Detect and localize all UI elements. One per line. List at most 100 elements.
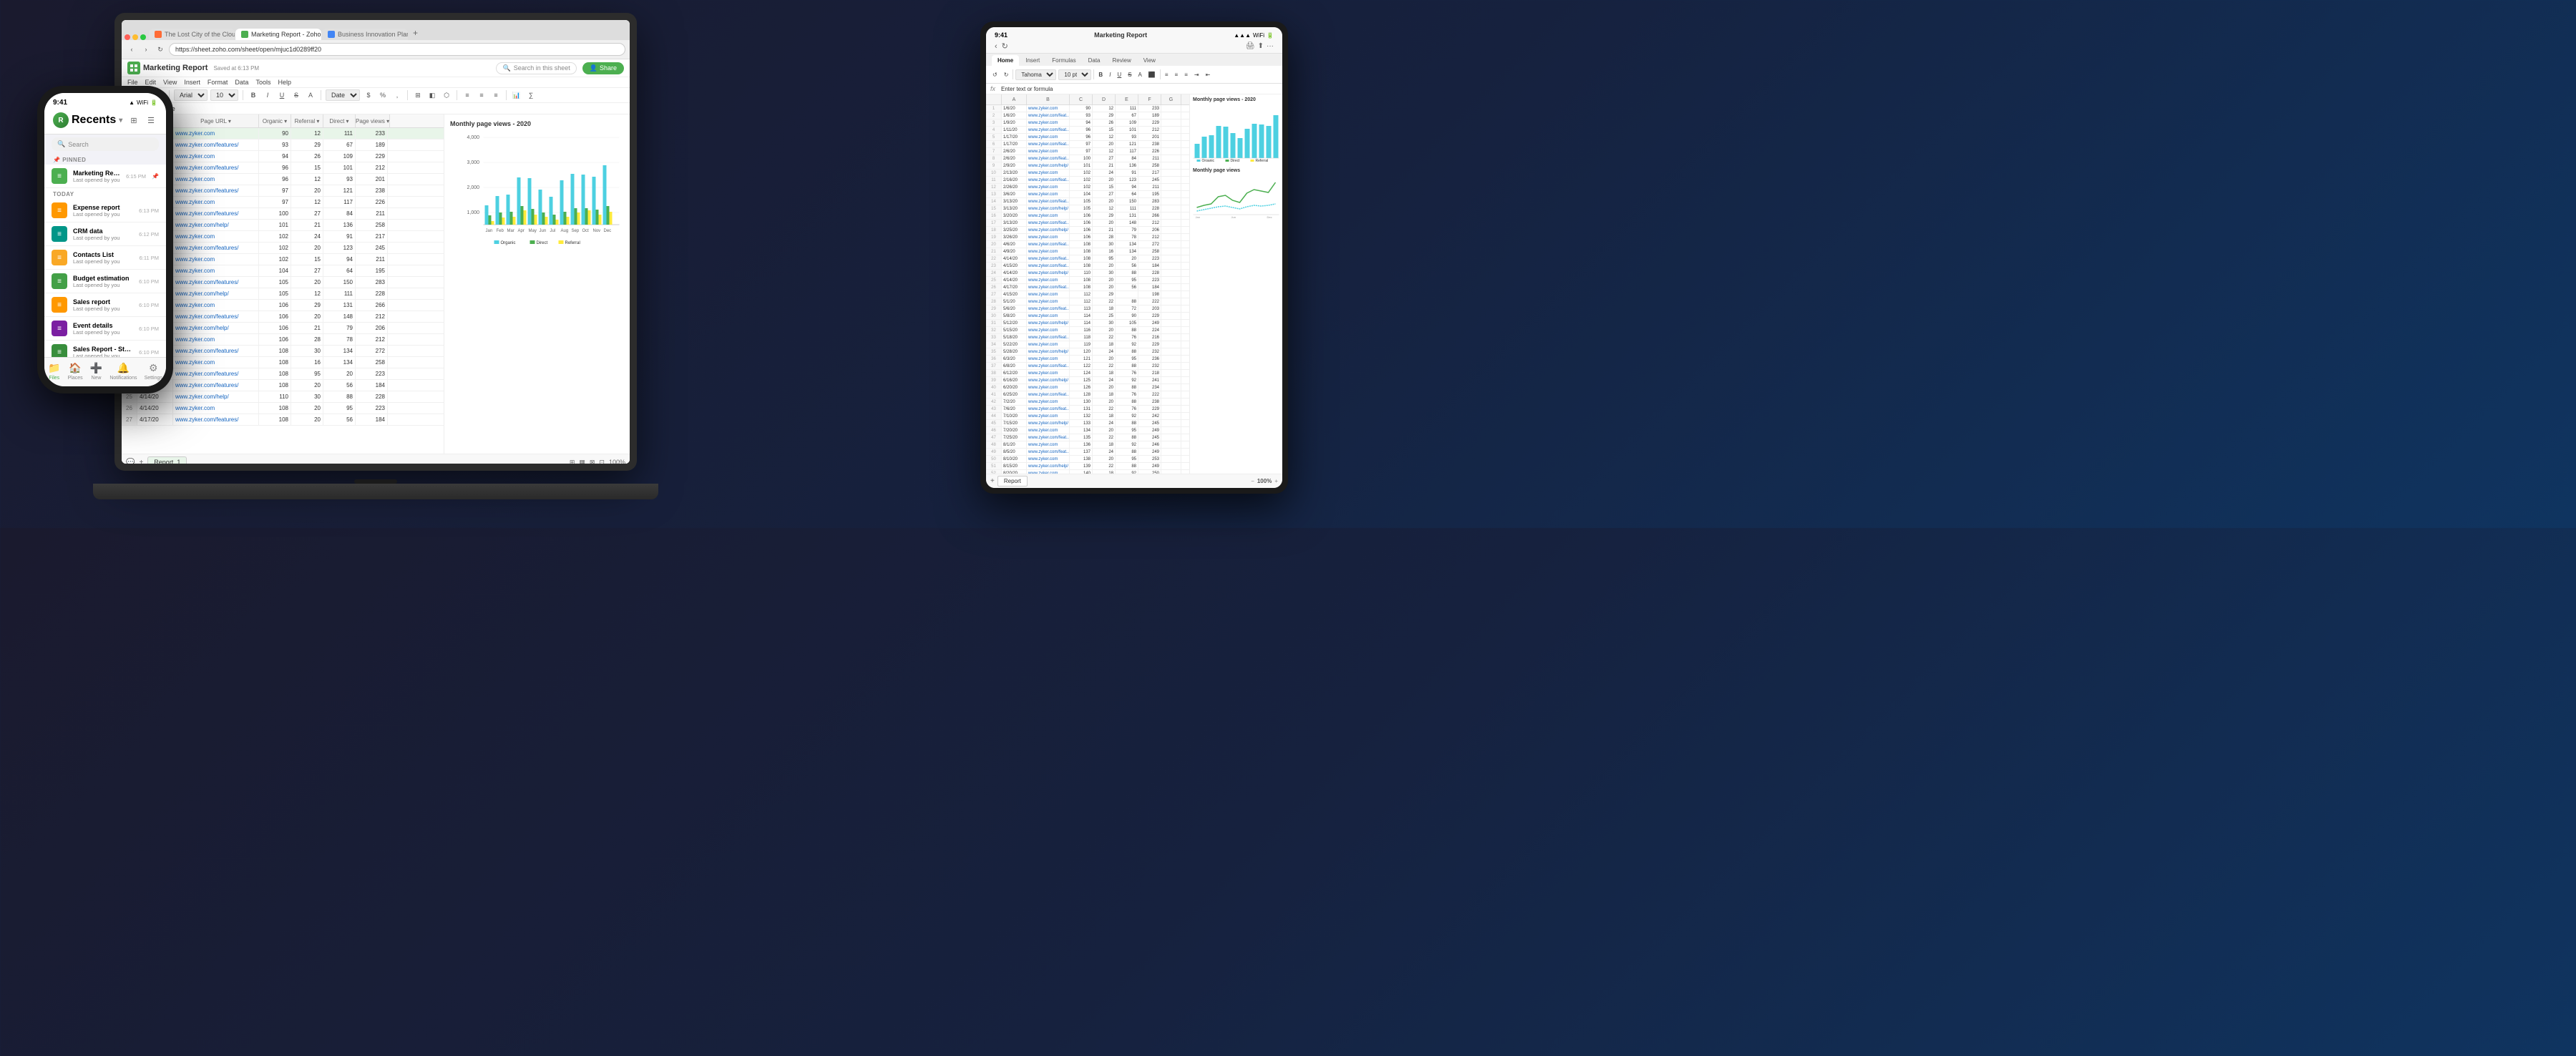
col-header-direct[interactable]: Direct ▾ — [323, 114, 356, 127]
tablet-url-cell[interactable]: www.zyker.com — [1027, 399, 1070, 405]
tablet-pageviews-cell[interactable]: 212 — [1138, 127, 1161, 133]
tablet-direct-cell[interactable]: 95 — [1116, 427, 1138, 434]
tablet-referral-cell[interactable]: 22 — [1093, 298, 1116, 305]
tablet-pageviews-cell[interactable]: 216 — [1138, 334, 1161, 341]
grid-view-icon[interactable]: ⊞ — [127, 114, 140, 127]
tablet-pageviews-cell[interactable]: 189 — [1138, 112, 1161, 119]
tablet-referral-cell[interactable]: 95 — [1093, 255, 1116, 262]
tablet-date-cell[interactable]: 7/15/20 — [1002, 420, 1027, 426]
referral-cell[interactable]: 26 — [291, 151, 323, 162]
tablet-extra-cell[interactable] — [1161, 441, 1181, 448]
tablet-pageviews-cell[interactable]: 266 — [1138, 212, 1161, 219]
table-row[interactable]: 24 4/15/20 www.zyker.com/features/ 108 2… — [122, 380, 444, 391]
table-row[interactable]: 49 8/5/20 www.zyker.com/feat... 137 24 8… — [986, 449, 1189, 456]
tablet-direct-cell[interactable]: 109 — [1116, 119, 1138, 126]
tablet-extra-cell[interactable] — [1161, 184, 1181, 190]
refresh-btn[interactable]: ↻ — [155, 44, 166, 55]
table-row[interactable]: 13 3/6/20 www.zyker.com 104 27 64 195 — [986, 191, 1189, 198]
tablet-date-cell[interactable]: 5/1/20 — [1002, 298, 1027, 305]
tablet-referral-cell[interactable]: 18 — [1093, 341, 1116, 348]
tablet-col-b[interactable]: B — [1027, 94, 1070, 104]
tablet-direct-cell[interactable]: 88 — [1116, 384, 1138, 391]
tablet-direct-cell[interactable]: 76 — [1116, 370, 1138, 376]
pageviews-cell[interactable]: 229 — [356, 151, 388, 162]
tablet-pageviews-cell[interactable]: 203 — [1138, 305, 1161, 312]
tablet-url-cell[interactable]: www.zyker.com — [1027, 427, 1070, 434]
tablet-direct-cell[interactable]: 148 — [1116, 220, 1138, 226]
direct-cell[interactable]: 95 — [323, 403, 356, 414]
direct-cell[interactable]: 88 — [323, 391, 356, 402]
borders-btn[interactable]: ⊞ — [412, 89, 424, 101]
direct-cell[interactable]: 84 — [323, 208, 356, 219]
table-row[interactable]: 7 2/6/20 www.zyker.com 97 12 117 226 — [986, 148, 1189, 155]
tablet-date-cell[interactable]: 1/9/20 — [1002, 119, 1027, 126]
pageviews-cell[interactable]: 245 — [356, 243, 388, 253]
tablet-referral-cell[interactable]: 24 — [1093, 420, 1116, 426]
organic-cell[interactable]: 108 — [259, 357, 291, 368]
tablet-url-cell[interactable]: www.zyker.com — [1027, 277, 1070, 283]
table-row[interactable]: 25 4/14/20 www.zyker.com 108 20 95 223 — [986, 277, 1189, 284]
tablet-direct-cell[interactable]: 92 — [1116, 441, 1138, 448]
tablet-url-cell[interactable]: www.zyker.com/help/ — [1027, 377, 1070, 383]
tablet-date-cell[interactable]: 1/17/20 — [1002, 141, 1027, 147]
tablet-date-cell[interactable]: 6/8/20 — [1002, 363, 1027, 369]
tablet-url-cell[interactable]: www.zyker.com — [1027, 327, 1070, 333]
table-row[interactable]: 27 4/15/20 www.zyker.com 112 29 198 — [986, 291, 1189, 298]
tablet-url-cell[interactable]: www.zyker.com/help/ — [1027, 270, 1070, 276]
tablet-referral-cell[interactable]: 20 — [1093, 284, 1116, 290]
tablet-pageviews-cell[interactable]: 236 — [1138, 356, 1161, 362]
table-row[interactable]: 14 3/13/20 www.zyker.com/feat... 105 20 … — [986, 198, 1189, 205]
table-row[interactable]: 40 6/20/20 www.zyker.com 126 20 88 234 — [986, 384, 1189, 391]
table-row[interactable]: 28 5/1/20 www.zyker.com 112 22 88 222 — [986, 298, 1189, 305]
table-row[interactable]: 15 3/13/20 www.zyker.com/help/ 105 12 11… — [986, 205, 1189, 212]
tablet-url-cell[interactable]: www.zyker.com — [1027, 105, 1070, 112]
tablet-organic-cell[interactable]: 139 — [1070, 463, 1093, 469]
tablet-direct-cell[interactable]: 95 — [1116, 356, 1138, 362]
tablet-referral-cell[interactable]: 20 — [1093, 198, 1116, 205]
ribbon-font-size[interactable]: 10 pt — [1058, 69, 1091, 80]
tablet-date-cell[interactable]: 3/6/20 — [1002, 191, 1027, 197]
referral-cell[interactable]: 15 — [291, 162, 323, 173]
tablet-url-cell[interactable]: www.zyker.com/help/ — [1027, 162, 1070, 169]
url-cell[interactable]: www.zyker.com/features/ — [173, 311, 259, 322]
tablet-referral-cell[interactable]: 29 — [1093, 112, 1116, 119]
tablet-col-g[interactable]: G — [1161, 94, 1181, 104]
tablet-extra-cell[interactable] — [1161, 406, 1181, 412]
tablet-organic-cell[interactable]: 114 — [1070, 320, 1093, 326]
tablet-date-cell[interactable]: 7/2/20 — [1002, 399, 1027, 405]
tablet-url-cell[interactable]: www.zyker.com/help/ — [1027, 227, 1070, 233]
tablet-extra-cell[interactable] — [1161, 105, 1181, 112]
pageviews-cell[interactable]: 211 — [356, 254, 388, 265]
tablet-url-cell[interactable]: www.zyker.com — [1027, 119, 1070, 126]
italic-btn[interactable]: I — [262, 89, 273, 101]
tablet-extra-cell[interactable] — [1161, 112, 1181, 119]
tablet-url-cell[interactable]: www.zyker.com/feat... — [1027, 220, 1070, 226]
tablet-date-cell[interactable]: 2/9/20 — [1002, 162, 1027, 169]
table-row[interactable]: 47 7/25/20 www.zyker.com/feat... 135 22 … — [986, 434, 1189, 441]
tablet-organic-cell[interactable]: 94 — [1070, 119, 1093, 126]
ribbon-align-right-btn[interactable]: ≡ — [1182, 71, 1190, 79]
underline-btn[interactable]: U — [276, 89, 288, 101]
table-row[interactable]: 18 3/25/20 www.zyker.com/help/ 106 21 79… — [986, 227, 1189, 234]
date-cell[interactable]: 4/14/20 — [137, 403, 173, 414]
table-row[interactable]: 2 1/6/20 www.zyker.com/feat... 93 29 67 … — [986, 112, 1189, 119]
tablet-referral-cell[interactable]: 30 — [1093, 241, 1116, 248]
menu-tools[interactable]: Tools — [255, 79, 270, 86]
tablet-direct-cell[interactable]: 92 — [1116, 413, 1138, 419]
tablet-organic-cell[interactable]: 108 — [1070, 263, 1093, 269]
tablet-extra-cell[interactable] — [1161, 334, 1181, 341]
tablet-extra-cell[interactable] — [1161, 320, 1181, 326]
direct-cell[interactable]: 101 — [323, 162, 356, 173]
referral-cell[interactable]: 20 — [291, 403, 323, 414]
ribbon-italic-btn[interactable]: I — [1107, 71, 1113, 79]
pageviews-cell[interactable]: 206 — [356, 323, 388, 333]
tablet-extra-cell[interactable] — [1161, 463, 1181, 469]
tablet-direct-cell[interactable]: 131 — [1116, 212, 1138, 219]
tablet-url-cell[interactable]: www.zyker.com/help/ — [1027, 348, 1070, 355]
tablet-url-cell[interactable]: www.zyker.com/feat... — [1027, 141, 1070, 147]
tablet-url-cell[interactable]: www.zyker.com — [1027, 370, 1070, 376]
tablet-direct-cell[interactable]: 93 — [1116, 134, 1138, 140]
tablet-extra-cell[interactable] — [1161, 227, 1181, 233]
address-bar[interactable]: https://sheet.zoho.com/sheet/open/mjuc1d… — [169, 43, 625, 56]
table-row[interactable]: 39 6/16/20 www.zyker.com/help/ 125 24 92… — [986, 377, 1189, 384]
